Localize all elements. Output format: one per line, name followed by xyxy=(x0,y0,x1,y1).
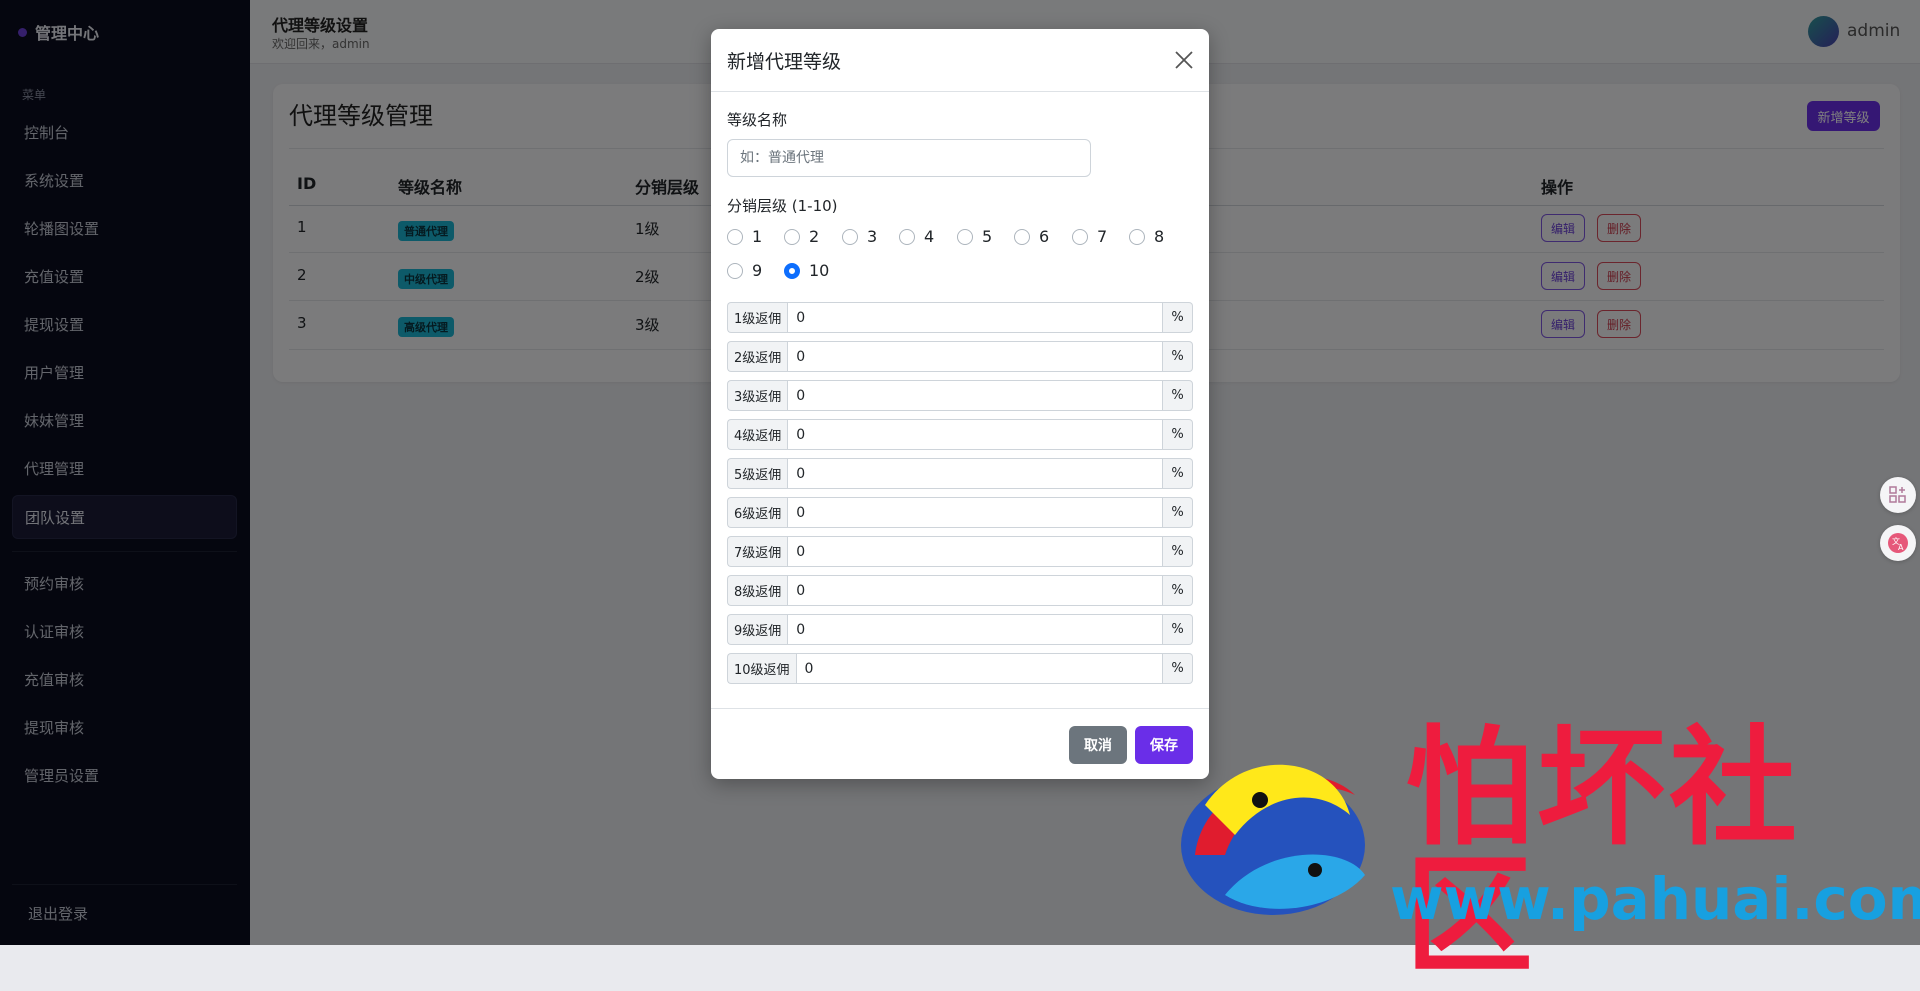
radio-circle[interactable] xyxy=(727,262,743,279)
rate-row-2: 2级返佣% xyxy=(727,341,1193,372)
rate-unit: % xyxy=(1163,302,1193,333)
rate-label: 2级返佣 xyxy=(727,341,788,372)
radio-label: 4 xyxy=(924,227,935,246)
rate-input-2[interactable] xyxy=(787,341,1163,372)
svg-text:A: A xyxy=(1898,543,1904,552)
radio-circle[interactable] xyxy=(784,228,800,245)
radio-circle[interactable] xyxy=(1072,228,1088,245)
rate-label: 5级返佣 xyxy=(727,458,788,489)
watermark-url: www.pahuai.com xyxy=(1390,865,1920,933)
rate-input-4[interactable] xyxy=(787,419,1163,450)
rate-label: 3级返佣 xyxy=(727,380,788,411)
level-radio-1[interactable]: 1 xyxy=(727,227,762,246)
radio-circle[interactable] xyxy=(957,228,973,245)
rate-unit: % xyxy=(1163,458,1193,489)
rate-input-5[interactable] xyxy=(787,458,1163,489)
add-level-modal: 新增代理等级 等级名称 分销层级 (1-10) 1 2 3 4 5 6 7 8 … xyxy=(711,29,1209,779)
radio-label: 8 xyxy=(1154,227,1165,246)
rate-label: 1级返佣 xyxy=(727,302,788,333)
radio-label: 2 xyxy=(809,227,820,246)
rate-unit: % xyxy=(1163,419,1193,450)
rate-unit: % xyxy=(1163,341,1193,372)
level-radio-8[interactable]: 8 xyxy=(1129,227,1164,246)
radio-circle-checked[interactable] xyxy=(784,262,800,279)
radio-circle[interactable] xyxy=(727,228,743,245)
close-icon[interactable] xyxy=(1173,49,1195,71)
radio-label: 1 xyxy=(752,227,763,246)
modal-title: 新增代理等级 xyxy=(727,51,842,73)
modal-footer-divider xyxy=(711,708,1209,709)
level-radio-10[interactable]: 10 xyxy=(784,261,829,280)
level-name-label: 等级名称 xyxy=(727,111,788,129)
radio-circle[interactable] xyxy=(899,228,915,245)
rate-row-6: 6级返佣% xyxy=(727,497,1193,528)
rate-unit: % xyxy=(1163,653,1193,684)
rate-row-8: 8级返佣% xyxy=(727,575,1193,606)
radio-label: 7 xyxy=(1097,227,1108,246)
rate-input-10[interactable] xyxy=(795,653,1163,684)
radio-label: 9 xyxy=(752,261,763,280)
cancel-button[interactable]: 取消 xyxy=(1069,726,1127,764)
rate-label: 6级返佣 xyxy=(727,497,788,528)
rate-input-3[interactable] xyxy=(787,380,1163,411)
level-radio-3[interactable]: 3 xyxy=(842,227,877,246)
level-radio-2[interactable]: 2 xyxy=(784,227,819,246)
radio-label: 6 xyxy=(1039,227,1050,246)
level-radio-5[interactable]: 5 xyxy=(957,227,992,246)
level-radio-4[interactable]: 4 xyxy=(899,227,934,246)
rate-input-7[interactable] xyxy=(787,536,1163,567)
rate-unit: % xyxy=(1163,614,1193,645)
float-translate-button[interactable]: 文 A xyxy=(1880,525,1916,561)
rate-row-5: 5级返佣% xyxy=(727,458,1193,489)
rate-input-9[interactable] xyxy=(787,614,1163,645)
level-radio-6[interactable]: 6 xyxy=(1014,227,1049,246)
rate-label: 7级返佣 xyxy=(727,536,788,567)
rate-input-6[interactable] xyxy=(787,497,1163,528)
rate-row-3: 3级返佣% xyxy=(727,380,1193,411)
rate-label: 8级返佣 xyxy=(727,575,788,606)
rate-unit: % xyxy=(1163,380,1193,411)
translate-icon: 文 A xyxy=(1888,533,1908,553)
radio-circle[interactable] xyxy=(1014,228,1030,245)
radio-circle[interactable] xyxy=(842,228,858,245)
rate-label: 10级返佣 xyxy=(727,653,796,684)
rate-label: 9级返佣 xyxy=(727,614,788,645)
rate-label: 4级返佣 xyxy=(727,419,788,450)
radio-label: 10 xyxy=(809,261,830,280)
rate-row-7: 7级返佣% xyxy=(727,536,1193,567)
rate-unit: % xyxy=(1163,497,1193,528)
level-radio-7[interactable]: 7 xyxy=(1072,227,1107,246)
rate-input-1[interactable] xyxy=(787,302,1163,333)
watermark-text: 怕坏社区 xyxy=(1405,714,1802,991)
modal-header-divider xyxy=(711,91,1209,92)
float-apps-button[interactable] xyxy=(1880,477,1916,513)
rate-row-10: 10级返佣% xyxy=(727,653,1193,684)
radio-label: 5 xyxy=(982,227,993,246)
pahuai-logo-icon xyxy=(1181,764,1365,915)
rate-unit: % xyxy=(1163,536,1193,567)
rate-row-9: 9级返佣% xyxy=(727,614,1193,645)
radio-circle[interactable] xyxy=(1129,228,1145,245)
rate-row-4: 4级返佣% xyxy=(727,419,1193,450)
level-radio-9[interactable]: 9 xyxy=(727,261,762,280)
radio-label: 3 xyxy=(867,227,878,246)
level-name-input[interactable] xyxy=(727,139,1091,177)
distribution-level-label: 分销层级 (1-10) xyxy=(727,197,838,215)
rate-input-8[interactable] xyxy=(787,575,1163,606)
rate-unit: % xyxy=(1163,575,1193,606)
apps-add-icon xyxy=(1889,486,1906,503)
rate-row-1: 1级返佣% xyxy=(727,302,1193,333)
